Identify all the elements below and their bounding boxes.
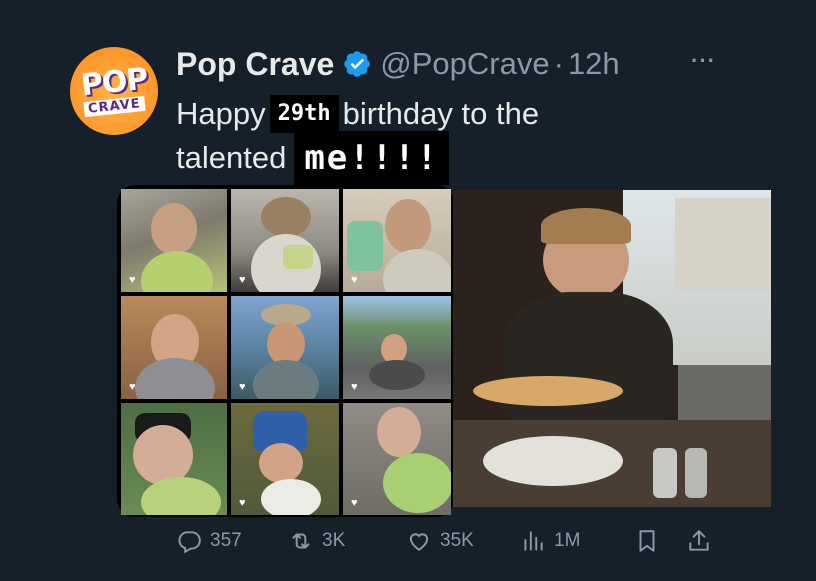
collage-photo bbox=[121, 403, 227, 515]
tweet-line-1: Happy 29th birthday to the bbox=[176, 92, 736, 136]
tweet-line-2: talented me!!!! bbox=[176, 131, 736, 185]
restaurant-photo bbox=[453, 190, 771, 507]
collage-photo: ♥ bbox=[343, 189, 451, 292]
reply-count: 357 bbox=[210, 530, 242, 551]
share-icon bbox=[689, 530, 709, 551]
timestamp[interactable]: 12h bbox=[568, 46, 620, 82]
bookmark-button[interactable] bbox=[634, 528, 668, 554]
views-icon bbox=[524, 531, 543, 551]
repost-count: 3K bbox=[322, 530, 346, 551]
heart-icon: ♥ bbox=[239, 274, 246, 286]
views-button[interactable]: 1M bbox=[520, 528, 580, 554]
collage-photo: ♥ bbox=[343, 296, 451, 399]
post-header: Pop Crave @PopCrave · 12h bbox=[176, 44, 620, 84]
display-name[interactable]: Pop Crave bbox=[176, 46, 334, 83]
reply-icon bbox=[178, 531, 201, 554]
handle[interactable]: @PopCrave bbox=[380, 46, 549, 82]
collage-photo: ♥ bbox=[121, 296, 227, 399]
collage-photo: ♥ bbox=[231, 296, 339, 399]
reply-button[interactable]: 357 bbox=[176, 528, 242, 554]
verified-badge-icon bbox=[344, 51, 371, 77]
avatar[interactable]: POP CRAVE bbox=[70, 47, 158, 135]
heart-icon: ♥ bbox=[351, 274, 358, 286]
collage-photo: ♥ bbox=[231, 403, 339, 515]
sticker-age: 29th bbox=[269, 95, 339, 133]
avatar-logo-top: POP bbox=[79, 61, 149, 103]
share-button[interactable] bbox=[686, 528, 720, 554]
action-bar: 357 3K 35K 1M bbox=[176, 528, 716, 556]
more-icon[interactable]: ··· bbox=[691, 48, 716, 74]
heart-icon: ♥ bbox=[351, 381, 358, 393]
separator-dot: · bbox=[553, 46, 564, 81]
heart-icon: ♥ bbox=[129, 381, 136, 393]
text-birthday: birthday to the bbox=[342, 96, 540, 131]
repost-button[interactable]: 3K bbox=[288, 528, 345, 554]
repost-icon bbox=[292, 533, 310, 549]
heart-icon: ♥ bbox=[351, 497, 358, 509]
tweet-text: Happy 29th birthday to the talented me!!… bbox=[176, 92, 736, 185]
like-count: 35K bbox=[440, 530, 474, 551]
like-icon bbox=[409, 533, 429, 551]
collage-photo: ♥ bbox=[231, 189, 339, 292]
text-talented: talented bbox=[176, 140, 287, 175]
text-happy: Happy bbox=[176, 96, 266, 131]
heart-icon: ♥ bbox=[239, 497, 246, 509]
heart-icon: ♥ bbox=[129, 274, 136, 286]
heart-icon: ♥ bbox=[239, 381, 246, 393]
sticker-me: me!!!! bbox=[294, 131, 450, 185]
like-button[interactable]: 35K bbox=[406, 528, 474, 554]
bookmark-icon bbox=[639, 530, 655, 552]
collage-photo: ♥ bbox=[121, 189, 227, 292]
collage-photo: ♥ bbox=[343, 403, 451, 515]
media-attachment[interactable]: ♥ ♥ ♥ ♥ ♥ ♥ ♥ ♥ bbox=[117, 185, 772, 517]
views-count: 1M bbox=[554, 530, 581, 551]
